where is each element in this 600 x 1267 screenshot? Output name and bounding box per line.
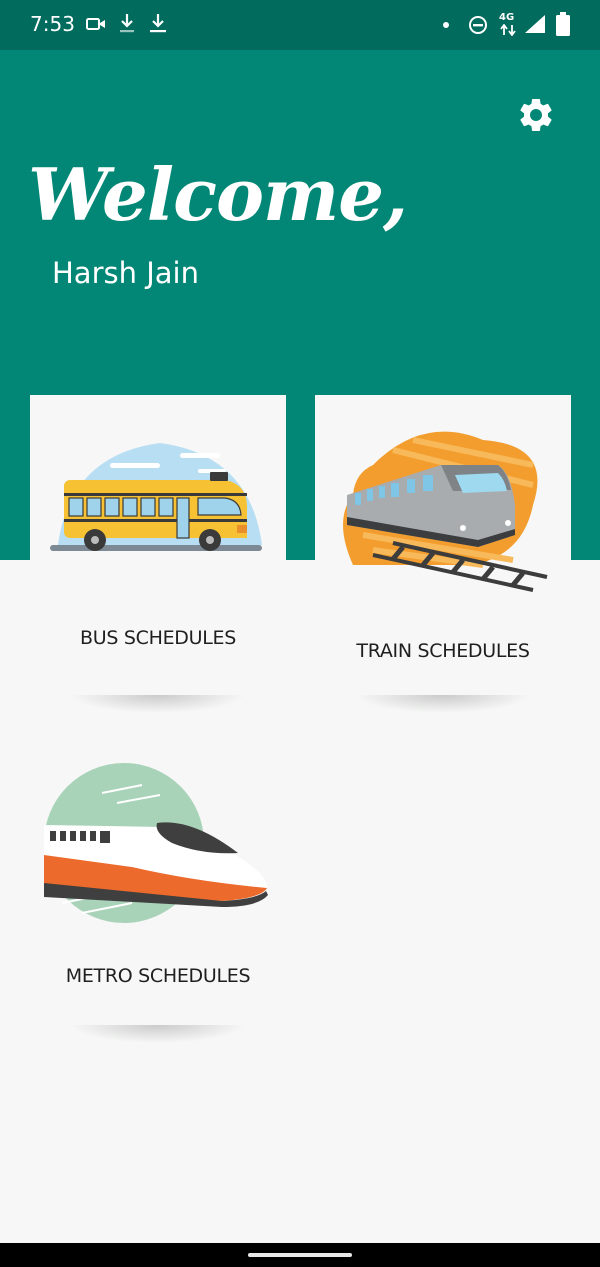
- gear-icon[interactable]: [516, 95, 556, 135]
- status-time: 7:53: [30, 12, 75, 36]
- video-camera-icon: [86, 18, 105, 30]
- do-not-disturb-icon: [469, 16, 487, 34]
- card-shadow: [355, 695, 531, 713]
- bus-schedules-label: BUS SCHEDULES: [80, 627, 236, 649]
- welcome-title: Welcome,: [28, 152, 408, 237]
- bus-schedules-card[interactable]: BUS SCHEDULES: [30, 395, 286, 713]
- train-illustration: [343, 431, 548, 592]
- notification-dot-icon: [443, 22, 449, 28]
- network-label: 4G: [499, 12, 515, 23]
- train-schedules-card[interactable]: TRAIN SCHEDULES: [315, 395, 571, 713]
- metro-schedules-label: METRO SCHEDULES: [65, 965, 251, 987]
- app-screen: 7:53 4G Welcome, Harsh Jain BUS SCHEDULE…: [0, 0, 600, 1267]
- navigation-bar: [0, 1243, 600, 1267]
- download-icon: [120, 14, 134, 33]
- train-schedules-label: TRAIN SCHEDULES: [356, 640, 530, 662]
- card-shadow: [70, 1025, 246, 1043]
- network-4g-icon: 4G: [498, 12, 518, 38]
- metro-illustration: [44, 763, 268, 923]
- bus-illustration: [50, 443, 262, 551]
- battery-icon: [556, 12, 570, 36]
- card-shadow: [70, 695, 246, 713]
- signal-icon: [525, 15, 545, 33]
- download-icon: [150, 14, 166, 33]
- home-gesture-handle[interactable]: [248, 1253, 352, 1257]
- user-name: Harsh Jain: [52, 256, 199, 290]
- metro-schedules-card[interactable]: METRO SCHEDULES: [30, 735, 286, 1043]
- status-bar: 7:53 4G: [0, 0, 600, 50]
